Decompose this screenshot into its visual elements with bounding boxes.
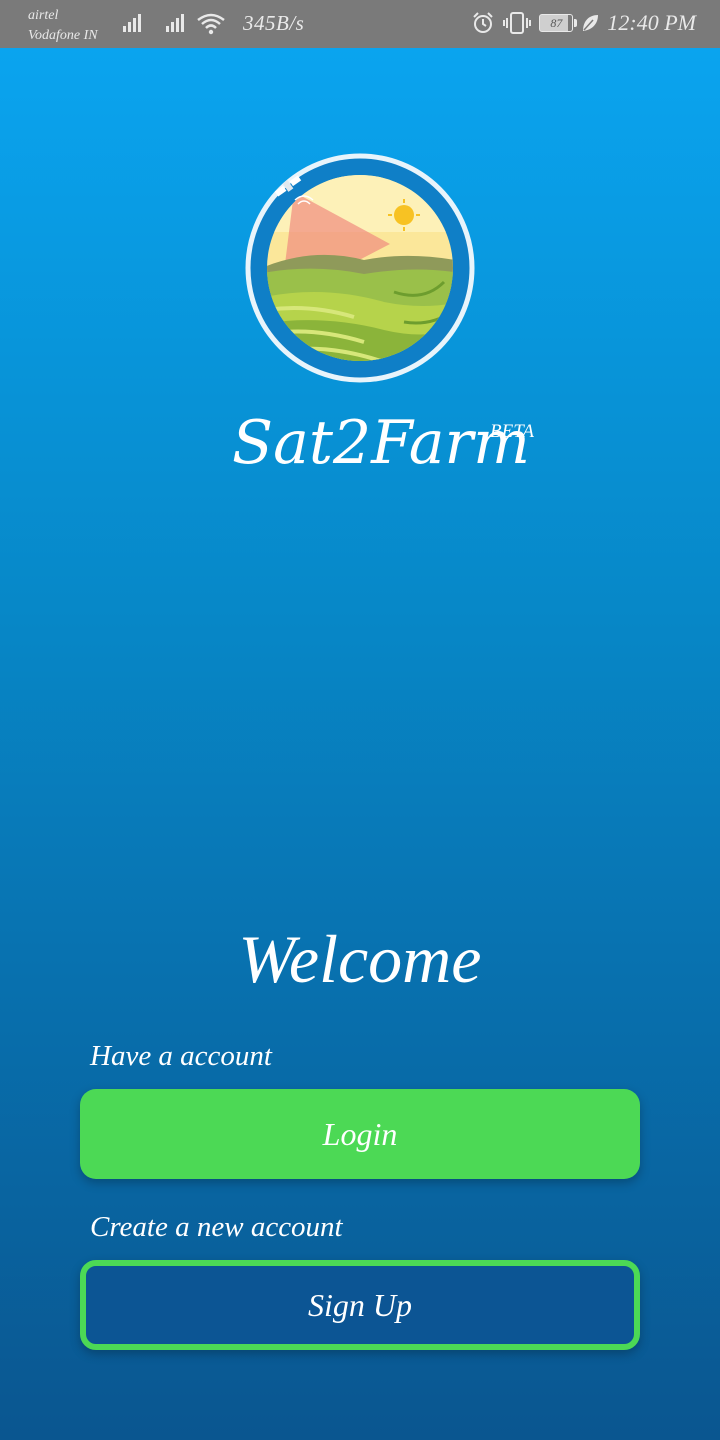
- login-button[interactable]: Login: [80, 1089, 640, 1179]
- carrier-info: airtel Vodafone IN: [28, 6, 98, 46]
- vibrate-icon: [503, 12, 532, 34]
- status-time: 12:40 PM: [607, 10, 696, 35]
- net-speed: 345B/s: [243, 11, 305, 35]
- app-logo: [245, 153, 475, 383]
- welcome-screen: Sat2Farm BETA Welcome Have a account Log…: [0, 48, 720, 1440]
- wifi-icon: [197, 13, 225, 35]
- app-title: Sat2Farm: [232, 408, 531, 478]
- status-right: 87 12:40 PM: [471, 10, 696, 36]
- carrier-2: Vodafone IN: [28, 28, 98, 43]
- alarm-icon: [473, 12, 494, 33]
- signup-button-label: Sign Up: [308, 1286, 412, 1323]
- status-bar: airtel Vodafone IN 345B/s 87 12:40 PM: [0, 0, 720, 48]
- signup-caption: Create a new account: [90, 1211, 343, 1243]
- battery-level: 87: [550, 15, 563, 30]
- welcome-heading: Welcome: [238, 921, 482, 997]
- leaf-icon: [583, 15, 599, 31]
- signal-icon: [123, 14, 141, 32]
- battery-icon: 87: [539, 14, 578, 32]
- login-button-label: Login: [322, 1115, 398, 1152]
- signal-icon: [166, 14, 184, 32]
- signup-button[interactable]: Sign Up: [80, 1260, 640, 1350]
- login-caption: Have a account: [90, 1040, 272, 1072]
- beta-badge: BETA: [490, 421, 534, 442]
- carrier-1: airtel: [28, 8, 59, 23]
